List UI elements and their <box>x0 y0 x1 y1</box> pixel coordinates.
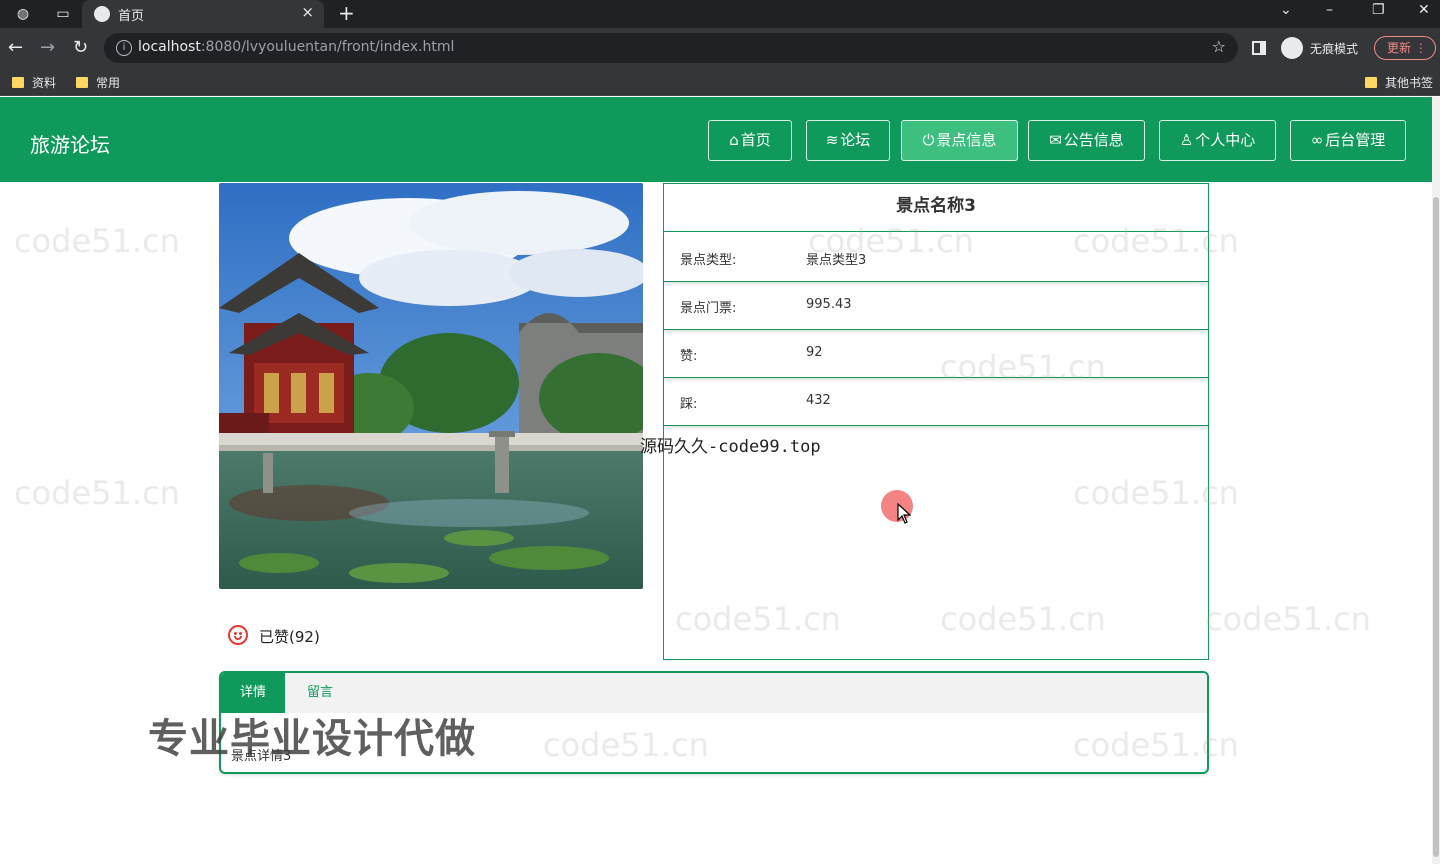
update-button[interactable]: 更新 ⋮ <box>1374 36 1436 60</box>
info-value: 432 <box>806 393 831 408</box>
tab-search-chevron-icon[interactable]: ⌄ <box>1280 2 1292 18</box>
other-bookmarks[interactable]: 其他书签 <box>1365 74 1433 91</box>
like-count-label: 已赞(92) <box>259 628 320 646</box>
info-label: 景点类型: <box>680 253 737 268</box>
bookmark-folder-changyong[interactable]: 常用 <box>76 74 120 91</box>
info-value: 92 <box>806 345 823 360</box>
nav-personal-center[interactable]: ♙ 个人中心 <box>1159 120 1276 161</box>
watermark-text: code51.cn <box>14 222 180 260</box>
site-title[interactable]: 旅游论坛 <box>30 129 110 158</box>
url-omnibox[interactable]: i localhost:8080/lvyouluentan/front/inde… <box>104 33 1238 63</box>
info-row-dislikes: 踩: 432 <box>664 378 1209 426</box>
info-row-likes: 赞: 92 <box>664 330 1209 378</box>
favicon-globe-icon <box>94 6 110 22</box>
promo-overlay-text: 专业毕业设计代做 <box>148 716 476 762</box>
restore-icon[interactable]: ❐ <box>1372 2 1385 18</box>
info-label: 踩: <box>680 397 698 412</box>
nav-home[interactable]: ⌂ 首页 <box>708 120 792 161</box>
info-row-type: 景点类型: 景点类型3 <box>664 234 1209 282</box>
back-arrow-icon[interactable]: ← <box>8 37 23 58</box>
info-row-ticket: 景点门票: 995.43 <box>664 282 1209 330</box>
address-bar-row: ← → ↻ i localhost:8080/lvyouluentan/fron… <box>0 28 1440 68</box>
info-label: 赞: <box>680 349 698 364</box>
watermark-text: code51.cn <box>14 474 180 512</box>
close-tab-icon[interactable]: × <box>301 3 314 21</box>
scenic-photo <box>219 183 643 589</box>
page-scrollbar[interactable] <box>1432 97 1440 864</box>
scrollbar-thumb[interactable] <box>1433 197 1439 857</box>
bookmark-folder-ziliao[interactable]: 资料 <box>12 74 56 91</box>
nav-scenic-info[interactable]: ⏻ 景点信息 <box>901 120 1018 161</box>
mouse-cursor-icon <box>897 503 911 524</box>
folder-icon <box>76 77 88 88</box>
bookmark-star-icon[interactable]: ☆ <box>1212 37 1226 56</box>
reload-icon[interactable]: ↻ <box>73 37 88 58</box>
folder-icon <box>1365 77 1377 88</box>
nav-admin[interactable]: ∞ 后台管理 <box>1290 120 1406 161</box>
spot-info-panel: 景点名称3 景点类型: 景点类型3 景点门票: 995.43 赞: 92 踩: … <box>663 183 1209 660</box>
info-value: 景点类型3 <box>806 253 867 268</box>
power-icon: ⏻ <box>922 131 935 149</box>
browser-tab-strip: ◍ ▭ 首页 × + ⌄ – ❐ ✕ <box>0 0 1440 28</box>
forum-icon: ≋ <box>825 131 839 149</box>
window-close-icon[interactable]: ✕ <box>1418 2 1430 18</box>
link-icon: ∞ <box>1310 131 1324 149</box>
forward-arrow-icon[interactable]: → <box>40 37 55 58</box>
info-label: 景点门票: <box>680 301 737 316</box>
bookmarks-bar: 资料 常用 其他书签 <box>0 68 1440 96</box>
incognito-icon[interactable] <box>1281 37 1303 59</box>
incognito-label: 无痕模式 <box>1310 42 1359 56</box>
side-panel-icon[interactable] <box>1252 41 1266 55</box>
globe-icon[interactable]: ◍ <box>14 5 32 23</box>
browser-tab[interactable]: 首页 × <box>82 0 324 28</box>
user-icon: ♙ <box>1179 131 1194 149</box>
home-icon: ⌂ <box>729 131 739 149</box>
code-overlay-text: 源码久久-code99.top <box>640 437 821 457</box>
watermark-text: code51.cn <box>1205 600 1371 638</box>
window-icon[interactable]: ▭ <box>54 5 72 23</box>
browser-tab-title: 首页 <box>118 9 145 24</box>
nav-announcements[interactable]: ✉ 公告信息 <box>1028 120 1145 161</box>
spot-name: 景点名称3 <box>664 184 1208 232</box>
url-text[interactable]: localhost:8080/lvyouluentan/front/index.… <box>138 39 454 55</box>
mail-icon: ✉ <box>1049 131 1062 149</box>
smile-icon <box>228 625 248 645</box>
site-header: 旅游论坛 ⌂ 首页 ≋ 论坛 ⏻ 景点信息 ✉ 公告信息 ♙ 个人中心 ∞ 后台管理 <box>0 97 1432 182</box>
minimize-icon[interactable]: – <box>1326 2 1333 18</box>
nav-forum[interactable]: ≋ 论坛 <box>806 120 890 161</box>
new-tab-icon[interactable]: + <box>338 1 355 25</box>
info-value: 995.43 <box>806 297 852 312</box>
site-info-icon[interactable]: i <box>116 40 132 56</box>
scenic-photo-illustration <box>219 183 643 589</box>
folder-icon <box>12 77 24 88</box>
